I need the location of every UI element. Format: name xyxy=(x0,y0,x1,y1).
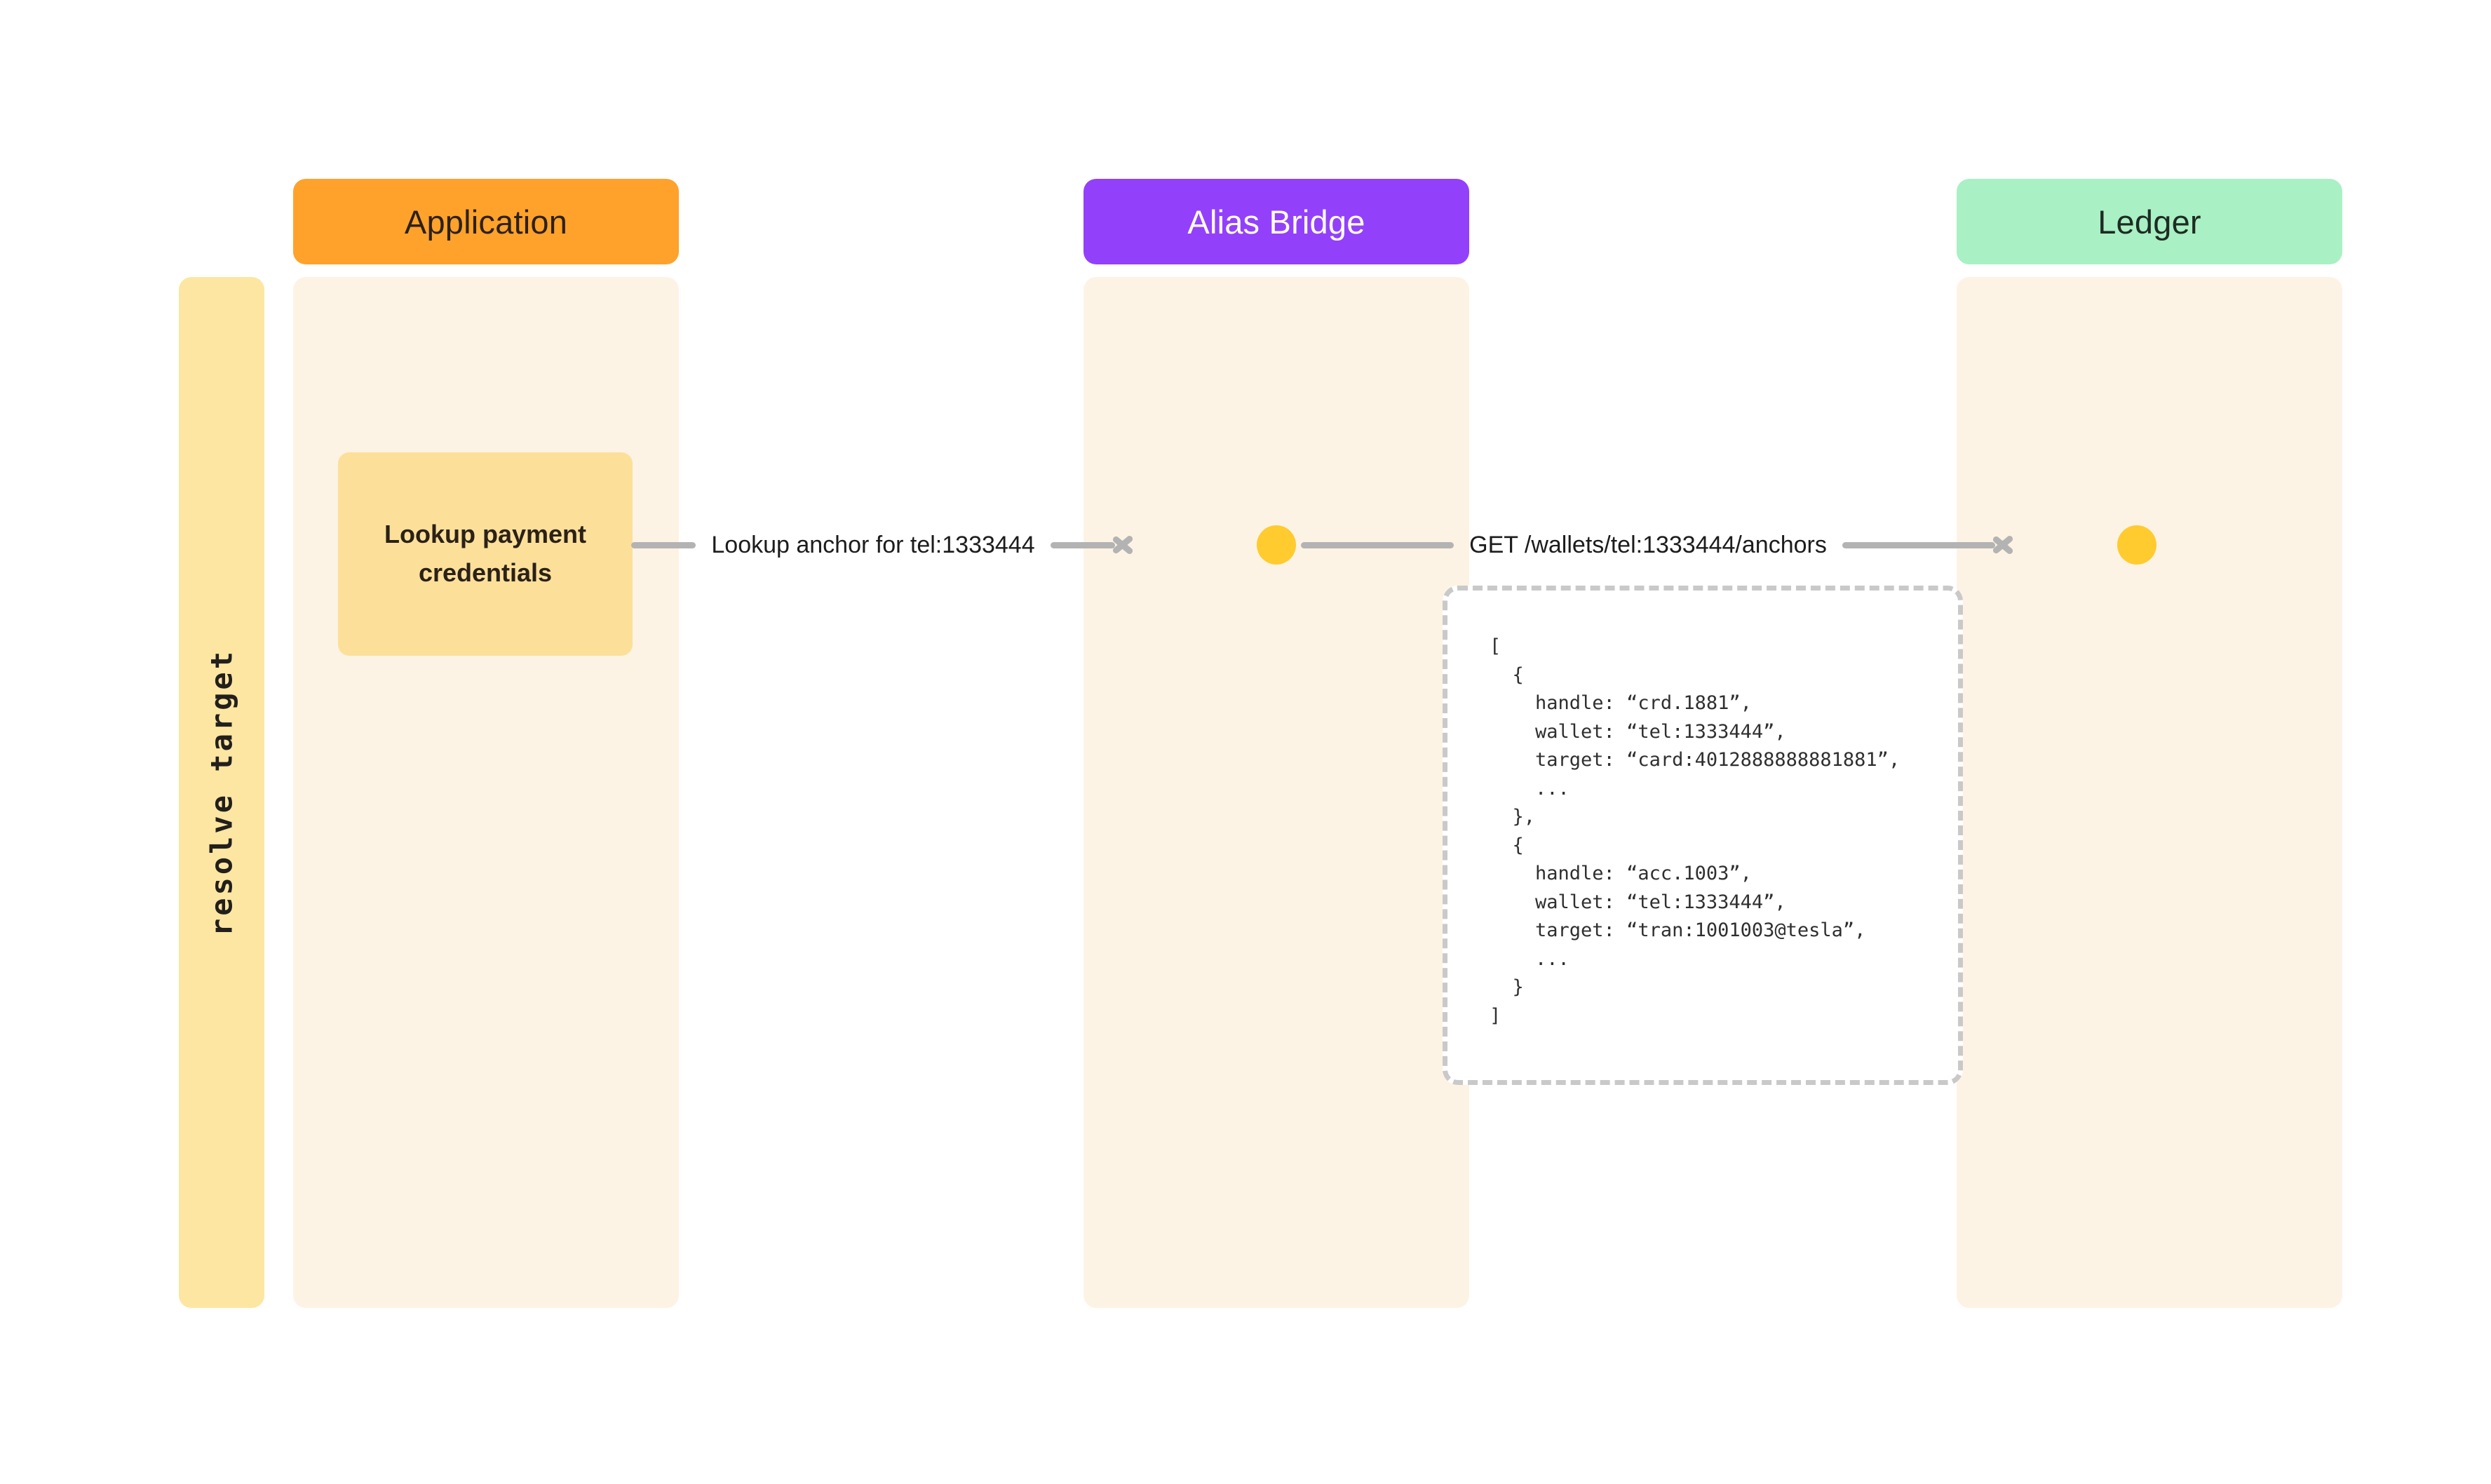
note-code-json: [ { handle: “crd.1881”, wallet: “tel:133… xyxy=(1490,633,1958,1030)
fragment-label: resolve target xyxy=(205,649,239,936)
action-box-label: Lookup payment credentials xyxy=(370,515,600,592)
arrowhead-icon xyxy=(1992,529,2016,561)
actor-label-alias-bridge: Alias Bridge xyxy=(1187,203,1365,241)
message-label-lookup-anchor: Lookup anchor for tel:1333444 xyxy=(696,533,1050,557)
actor-label-application: Application xyxy=(405,203,567,241)
lifeline-alias-bridge xyxy=(1084,277,1469,1308)
message-lookup-anchor[interactable]: Lookup anchor for tel:1333444 xyxy=(631,524,1136,566)
message-get-anchors[interactable]: GET /wallets/tel:1333444/anchors xyxy=(1301,524,2016,566)
action-box-lookup-payment-credentials[interactable]: Lookup payment credentials xyxy=(338,452,633,656)
diagram-canvas: resolve target Application Alias Bridge … xyxy=(0,0,2491,1484)
endpoint-dot-ledger xyxy=(2117,525,2156,565)
arrowhead-icon xyxy=(1112,529,1136,561)
message-line-left xyxy=(1301,542,1454,548)
actor-header-alias-bridge[interactable]: Alias Bridge xyxy=(1084,179,1469,264)
lifeline-ledger xyxy=(1957,277,2342,1308)
actor-header-application[interactable]: Application xyxy=(293,179,679,264)
actor-label-ledger: Ledger xyxy=(2098,203,2201,241)
lifeline-application xyxy=(293,277,679,1308)
actor-header-ledger[interactable]: Ledger xyxy=(1957,179,2342,264)
message-label-get-anchors: GET /wallets/tel:1333444/anchors xyxy=(1454,533,1842,557)
message-line-right xyxy=(1051,542,1115,548)
note-anchors-response: [ { handle: “crd.1881”, wallet: “tel:133… xyxy=(1443,586,1963,1085)
endpoint-dot-alias-bridge xyxy=(1257,525,1296,565)
fragment-band-resolve-target: resolve target xyxy=(179,277,264,1308)
message-line-right xyxy=(1842,542,1995,548)
message-line-left xyxy=(631,542,696,548)
